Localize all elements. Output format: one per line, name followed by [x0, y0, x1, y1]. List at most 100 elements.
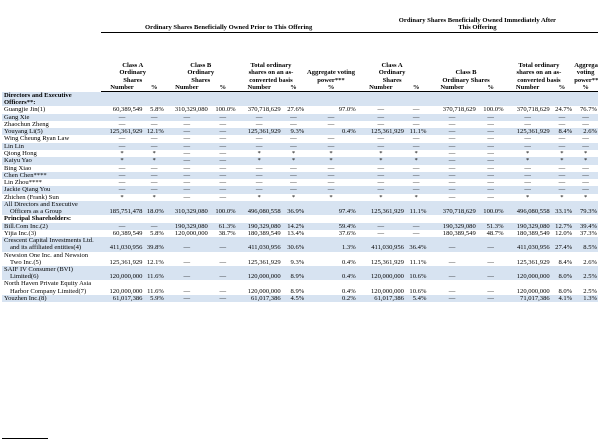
table-cell: —: [558, 120, 566, 128]
table-cell: —: [143, 142, 165, 150]
table-cell: 125,361,929: [236, 128, 282, 136]
table-cell: —: [487, 287, 494, 295]
table-cell: —: [236, 171, 282, 180]
table-cell: *: [257, 193, 261, 201]
table-cell: —: [550, 142, 574, 150]
table-cell: —: [356, 113, 405, 121]
table-row: Lin Zhou**** — — — — — — — — — — — — — —: [2, 179, 598, 186]
row-label: Jackie Qiang You: [2, 186, 97, 194]
table-cell: —: [255, 164, 263, 172]
table-cell: 496,080,558: [504, 201, 551, 216]
table-cell: —: [290, 179, 297, 187]
row-label: Crescent Capital Investments Ltd. and it…: [2, 237, 97, 252]
table-cell: —: [412, 179, 420, 187]
table-cell: —: [219, 120, 227, 128]
table-cell: 0.4%: [305, 266, 357, 281]
table-cell: 125,361,929: [356, 128, 405, 136]
row-label: Guangjie Jin(1): [4, 106, 46, 114]
table-cell: *: [414, 193, 418, 201]
table-cell: —: [208, 266, 237, 281]
table-cell: 10.6%: [409, 287, 427, 295]
table-cell: *: [583, 149, 588, 157]
row-label: Yijia Inc.(3): [4, 229, 37, 237]
table-cell: 370,718,629: [427, 201, 477, 216]
table-cell: —: [305, 171, 357, 180]
table-cell: —: [573, 113, 598, 121]
table-cell: 30.6%: [281, 237, 306, 252]
table-cell: *: [329, 193, 333, 201]
table-cell: —: [487, 135, 494, 143]
col-total-after: Total ordinary shares on an as-converted…: [516, 62, 562, 84]
table-cell: 4.1%: [550, 294, 574, 303]
footnote-rule: [2, 438, 48, 439]
table-cell: 120,000,000: [174, 229, 208, 237]
table-cell: —: [427, 186, 477, 194]
table-cell: —: [118, 120, 126, 128]
table-cell: 76.7%: [579, 106, 597, 114]
table-cell: —: [487, 149, 494, 157]
col-class-b-prior: Class B Ordinary Shares: [187, 62, 215, 84]
table-cell: —: [427, 171, 477, 180]
table-cell: —: [100, 113, 144, 121]
table-cell: —: [183, 258, 191, 266]
table-cell: —: [255, 135, 263, 143]
table-cell: —: [427, 266, 477, 281]
table-cell: —: [550, 186, 574, 194]
table-cell: 370,718,629: [516, 106, 550, 114]
row-label: Bing Xiao: [4, 164, 32, 172]
table-cell: —: [255, 179, 263, 187]
table-cell: —: [404, 171, 428, 180]
table-cell: 180,389,549: [247, 229, 281, 237]
table-cell: 18.0%: [143, 201, 165, 216]
table-cell: —: [404, 186, 428, 194]
table-cell: 8.0%: [558, 287, 573, 295]
table-cell: 79.3%: [573, 201, 598, 216]
table-cell: 310,329,080: [174, 106, 208, 114]
table-cell: —: [150, 135, 158, 143]
table-cell: —: [143, 171, 165, 180]
table-cell: 120,000,000: [109, 287, 143, 295]
col-aggregate-after: Aggregate voting power***: [574, 62, 598, 84]
table-cell: —: [164, 186, 209, 194]
table-cell: 27.6%: [287, 106, 305, 114]
row-label: All Directors and Executive Officers as …: [2, 201, 97, 216]
table-cell: —: [524, 179, 531, 187]
table-cell: —: [476, 237, 505, 252]
table-cell: *: [560, 193, 564, 201]
table-cell: —: [219, 135, 227, 143]
table-cell: 5.8%: [150, 106, 164, 114]
table-cell: —: [356, 222, 405, 230]
table-cell: —: [236, 142, 282, 150]
table-cell: —: [164, 171, 209, 180]
table-cell: —: [404, 113, 428, 121]
table-row: Qiong Hong * * — — * * * * * — — * * *: [2, 150, 598, 157]
table-cell: —: [100, 171, 144, 180]
table-cell: —: [164, 142, 209, 150]
table-cell: 190,329,080: [164, 222, 209, 230]
table-cell: 11.1%: [409, 258, 427, 266]
table-cell: 125,361,929: [504, 128, 551, 136]
table-cell: —: [487, 193, 494, 201]
table-cell: —: [281, 113, 306, 121]
table-cell: 310,329,080: [164, 201, 209, 216]
table-cell: —: [448, 287, 456, 295]
table-cell: *: [281, 157, 306, 165]
table-cell: 8.9%: [281, 266, 306, 281]
table-cell: *: [236, 157, 282, 165]
table-row: Guangjie Jin(1) 60,389,549 5.8% 310,329,080…: [2, 106, 598, 113]
table-cell: 100.0%: [476, 201, 505, 216]
table-cell: 10.6%: [404, 266, 428, 281]
group-header-prior: Ordinary Shares Beneficially Owned Prior…: [100, 0, 357, 33]
table-cell: *: [291, 149, 296, 157]
table-cell: —: [183, 164, 191, 172]
table-cell: —: [582, 164, 589, 172]
table-cell: —: [281, 171, 306, 180]
table-cell: —: [558, 179, 566, 187]
table-cell: 12.1%: [146, 258, 164, 266]
table-cell: —: [143, 113, 165, 121]
table-cell: —: [412, 106, 420, 114]
table-cell: 33.1%: [550, 201, 574, 216]
table-cell: 8.0%: [550, 266, 574, 281]
table-cell: —: [476, 157, 505, 165]
table-row: Gang Xie — — — — — — — — — — — — — —: [2, 113, 598, 121]
